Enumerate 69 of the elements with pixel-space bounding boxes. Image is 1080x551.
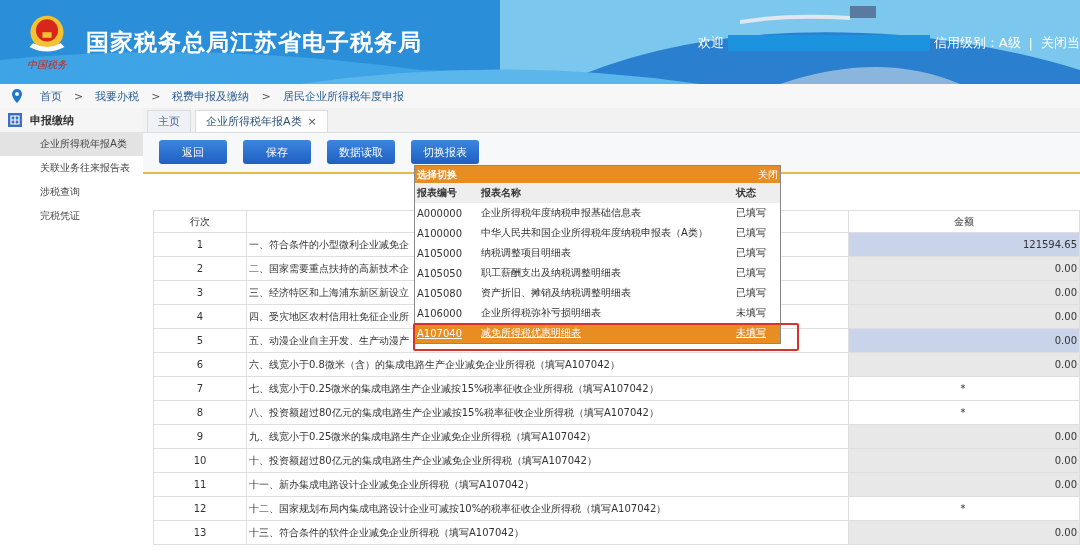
breadcrumb-separator: > — [151, 89, 161, 103]
amount-cell[interactable]: 0.00 — [848, 520, 1080, 545]
amount-cell[interactable]: 0.00 — [848, 352, 1080, 377]
separator: | — [1028, 35, 1033, 51]
column-header: 状态 — [736, 186, 757, 200]
report-row[interactable]: A105050 职工薪酬支出及纳税调整明细表 已填写 — [415, 263, 780, 283]
table-cell: 六、线宽小于0.8微米（含）的集成电路生产企业减免企业所得税（填写A107042） — [246, 352, 849, 377]
row-number: 6 — [153, 352, 247, 377]
report-row[interactable]: A106000 企业所得税弥补亏损明细表 未填写 — [415, 303, 780, 323]
column-header: 行次 — [153, 210, 247, 233]
report-row[interactable]: A000000 企业所得税年度纳税申报基础信息表 已填写 — [415, 203, 780, 223]
row-number: 1 — [153, 232, 247, 257]
amount-cell[interactable]: * — [848, 376, 1080, 401]
row-number: 8 — [153, 400, 247, 425]
sidebar-item[interactable]: 企业所得税年报A类 — [0, 132, 143, 156]
welcome-text: 欢迎 — [697, 34, 724, 52]
logo-caption: 中国税务 — [27, 58, 67, 72]
sidebar-item[interactable]: 关联业务往来报告表 — [0, 156, 143, 180]
sidebar-item[interactable]: 涉税查询 — [0, 180, 143, 204]
amount-cell[interactable]: 0.00 — [848, 280, 1080, 305]
row-number: 7 — [153, 376, 247, 401]
location-pin-icon — [12, 89, 22, 103]
row-number: 13 — [153, 520, 247, 545]
amount-cell[interactable]: 121594.65 — [848, 232, 1080, 257]
row-number: 11 — [153, 472, 247, 497]
row-number: 3 — [153, 280, 247, 305]
row-number: 12 — [153, 496, 247, 521]
report-row[interactable]: A105080 资产折旧、摊销及纳税调整明细表 已填写 — [415, 283, 780, 303]
table-cell: 十、投资额超过80亿元的集成电路生产企业减免企业所得税（填写A107042） — [246, 448, 849, 473]
column-header: 报表名称 — [481, 186, 522, 200]
breadcrumb-link[interactable]: 居民企业所得税年度申报 — [282, 88, 404, 104]
tab[interactable]: 主页 — [147, 110, 191, 132]
popup-title: 选择切换 — [417, 167, 457, 182]
toolbar-button[interactable]: 返回 — [159, 140, 227, 164]
sidebar-title: 申报缴纳 — [30, 112, 74, 128]
table-cell: 七、线宽小于0.25微米的集成电路生产企业减按15%税率征收企业所得税（填写A107042） — [246, 376, 849, 401]
column-header: 报表编号 — [416, 186, 458, 200]
close-icon[interactable]: × — [307, 115, 317, 128]
amount-cell[interactable]: 0.00 — [848, 256, 1080, 281]
amount-cell[interactable]: 0.00 — [848, 304, 1080, 329]
table-cell: 八、投资额超过80亿元的集成电路生产企业减按15%税率征收企业所得税（填写A107042） — [246, 400, 849, 425]
table-cell: 十三、符合条件的软件企业减免企业所得税（填写A107042） — [246, 520, 849, 545]
column-header: 金额 — [848, 210, 1080, 233]
amount-cell[interactable]: 0.00 — [848, 328, 1080, 353]
toolbar-button[interactable]: 切换报表 — [411, 140, 479, 164]
row-number: 4 — [153, 304, 247, 329]
breadcrumb-separator: > — [261, 89, 271, 103]
site-title: 国家税务总局江苏省电子税务局 — [86, 27, 422, 57]
breadcrumb-link[interactable]: 首页 — [40, 88, 62, 104]
toolbar-button[interactable]: 数据读取 — [327, 140, 395, 164]
toolbar-button[interactable]: 保存 — [243, 140, 311, 164]
table-cell: 十二、国家规划布局内集成电路设计企业可减按10%的税率征收企业所得税（填写A107042） — [246, 496, 849, 521]
amount-cell[interactable]: 0.00 — [848, 448, 1080, 473]
row-number: 10 — [153, 448, 247, 473]
table-cell: 九、线宽小于0.25微米的集成电路生产企业减免企业所得税（填写A107042） — [246, 424, 849, 449]
amount-cell[interactable]: * — [848, 400, 1080, 425]
amount-cell[interactable]: 0.00 — [848, 424, 1080, 449]
row-number: 2 — [153, 256, 247, 281]
amount-cell[interactable]: 0.00 — [848, 472, 1080, 497]
breadcrumb-link[interactable]: 税费申报及缴纳 — [172, 88, 250, 104]
sidebar-item[interactable]: 完税凭证 — [0, 204, 143, 228]
amount-cell[interactable]: * — [848, 496, 1080, 521]
row-number: 5 — [153, 328, 247, 353]
breadcrumb-separator: > — [74, 89, 84, 103]
row-number: 9 — [153, 424, 247, 449]
grid-icon — [8, 113, 22, 127]
tab[interactable]: 企业所得税年报A类 × — [195, 110, 328, 132]
table-cell: 十一、新办集成电路设计企业减免企业所得税（填写A107042） — [246, 472, 849, 497]
breadcrumb-link[interactable]: 我要办税 — [95, 88, 140, 104]
